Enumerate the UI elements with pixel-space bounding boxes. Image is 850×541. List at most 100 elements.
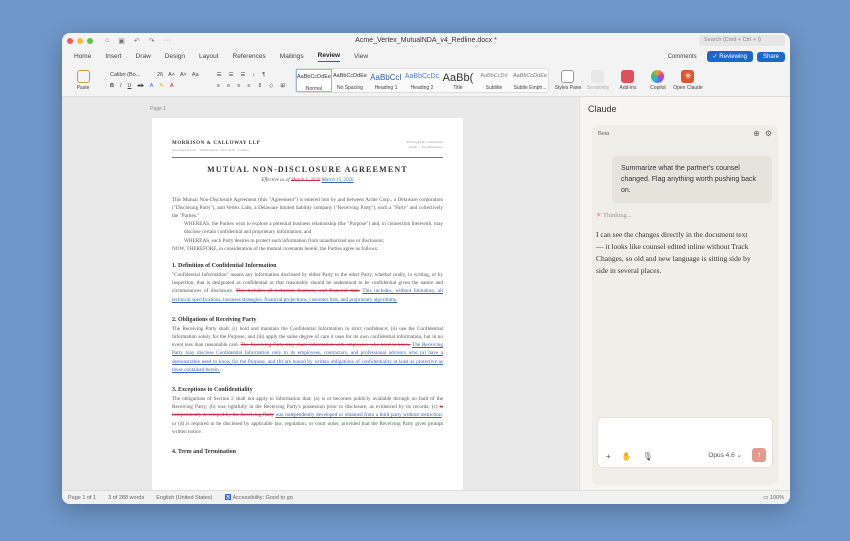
tab-layout[interactable]: Layout xyxy=(199,53,219,60)
sensitivity-button[interactable]: Sensitivity xyxy=(583,70,613,91)
chat-input[interactable]: + ✋ 🎙 Opus 4.6 ⌄ ↑ xyxy=(597,417,773,468)
justify-icon[interactable]: ≡ xyxy=(247,83,250,89)
minimize-button[interactable] xyxy=(77,37,83,44)
style-normal[interactable]: AaBbCcDdEe Normal xyxy=(295,69,332,92)
new-chat-icon[interactable]: ⊕ xyxy=(753,129,760,138)
numbering-icon[interactable]: ☰ xyxy=(229,72,234,78)
accessibility-icon: ♿ xyxy=(224,494,232,501)
more-icon[interactable]: ··· xyxy=(164,37,171,45)
font-select[interactable]: Calibri (Bo... xyxy=(110,72,152,78)
tab-draw[interactable]: Draw xyxy=(136,53,151,60)
multilevel-icon[interactable]: ☰ xyxy=(241,72,246,78)
plus-icon[interactable]: + xyxy=(606,452,611,461)
home-icon[interactable]: ⌂ xyxy=(105,37,109,45)
settings-icon[interactable]: ⚙ xyxy=(765,129,772,138)
clipboard-icon xyxy=(76,70,90,83)
italic-button[interactable]: I xyxy=(120,83,122,89)
claude-spark-icon: ✳ xyxy=(596,212,602,219)
hand-icon[interactable]: ✋ xyxy=(622,452,632,461)
tab-insert[interactable]: Insert xyxy=(105,53,121,60)
style-subtitle[interactable]: AaBbCcDd Subtitle xyxy=(476,69,512,92)
letterhead: MORRISON & CALLOWAY LLP Attorneys at Law … xyxy=(172,140,443,159)
share-button[interactable]: Share xyxy=(756,51,785,62)
align-center-icon[interactable]: ≡ xyxy=(227,83,230,89)
user-message: Summarize what the partner's counsel cha… xyxy=(612,156,772,203)
shading-icon[interactable]: ◇ xyxy=(269,83,273,89)
send-button[interactable]: ↑ xyxy=(752,448,766,462)
change-case-icon[interactable]: Aa xyxy=(192,72,199,78)
align-right-icon[interactable]: ≡ xyxy=(237,83,240,89)
document-title: Acme_Vertex_MutualNDA_v4_Redline.docx * xyxy=(355,37,497,44)
grow-font-icon[interactable]: A˄ xyxy=(168,72,175,78)
highlight-icon[interactable]: ✎ xyxy=(159,83,164,89)
firm-subtitle: Attorneys at Law · 500 Boylston · New Yo… xyxy=(172,148,249,153)
style-preview: AaBbCcDdEe xyxy=(333,73,367,79)
save-icon[interactable]: ▣ xyxy=(118,37,125,45)
maximize-button[interactable] xyxy=(87,37,93,44)
word-window: ⌂ ▣ ↶ ↷ ··· Acme_Vertex_MutualNDA_v4_Red… xyxy=(62,33,790,504)
tab-home[interactable]: Home xyxy=(74,53,91,60)
redo-icon[interactable]: ↷ xyxy=(149,37,155,45)
deleted-text: March 1, 2026 xyxy=(291,178,321,184)
tab-view[interactable]: View xyxy=(354,53,368,60)
zoom-level[interactable]: ▭ 100% xyxy=(763,495,784,501)
bold-button[interactable]: B xyxy=(110,83,114,89)
style-title[interactable]: AaBb(Title xyxy=(440,69,476,92)
line-spacing-icon[interactable]: ⇕ xyxy=(258,83,263,89)
sensitivity-icon xyxy=(591,70,605,83)
word-count[interactable]: 3 of 288 words xyxy=(108,495,144,501)
close-button[interactable] xyxy=(67,37,73,44)
chat-panel: Beta ⊕ ⚙ Summarize what the partner's cou… xyxy=(592,125,778,485)
style-subtle-emphasis[interactable]: AaBbCcDdEe Subtle Emph... xyxy=(512,69,548,92)
pilcrow-icon[interactable]: ¶ xyxy=(262,72,265,78)
borders-icon[interactable]: ⊞ xyxy=(280,83,285,89)
title-bar: ⌂ ▣ ↶ ↷ ··· Acme_Vertex_MutualNDA_v4_Red… xyxy=(62,33,790,48)
thinking-indicator: ✳ Thinking... xyxy=(596,211,632,219)
sort-icon[interactable]: ↓ xyxy=(252,72,255,78)
undo-icon[interactable]: ↶ xyxy=(134,37,140,45)
font-size-select[interactable]: 26 xyxy=(157,72,163,78)
section-heading: 2. Obligations of Receiving Party xyxy=(172,316,257,323)
comments-button[interactable]: Comments xyxy=(662,52,703,62)
strikethrough-button[interactable]: ab xyxy=(138,83,144,89)
model-name: Opus 4.6 xyxy=(708,452,735,459)
tab-design[interactable]: Design xyxy=(165,53,185,60)
style-heading-2[interactable]: AaBbCcDc Heading 2 xyxy=(404,69,440,92)
font-color-icon[interactable]: A xyxy=(170,83,174,89)
align-left-icon[interactable]: ≡ xyxy=(217,83,220,89)
copilot-button[interactable]: Copilot xyxy=(643,70,673,91)
accessibility-status[interactable]: ♿ Accessibility: Good to go xyxy=(224,495,292,501)
thinking-label: Thinking... xyxy=(602,212,632,219)
styles-pane-icon xyxy=(561,70,575,83)
underline-button[interactable]: U xyxy=(128,83,132,89)
bullets-icon[interactable]: ☰ xyxy=(217,72,222,78)
style-name: Subtitle xyxy=(485,85,503,91)
ribbon: Paste Calibri (Bo... 26 A˄ A˅ Aa B I Uab A ✎ A… xyxy=(62,65,790,97)
paste-button[interactable]: Paste xyxy=(68,70,98,91)
style-no-spacing[interactable]: AaBbCcDdEe No Spacing xyxy=(332,69,368,92)
document-page[interactable]: MORRISON & CALLOWAY LLP Attorneys at Law … xyxy=(152,118,463,490)
page-count[interactable]: Page 1 of 1 xyxy=(68,495,96,501)
search-input[interactable]: Search (Cmd + Ctrl + I) xyxy=(699,35,785,46)
model-select[interactable]: Opus 4.6 ⌄ xyxy=(708,451,742,459)
style-preview: AaBbCcDdEe xyxy=(513,73,547,79)
style-heading-1[interactable]: AaBbCcI Heading 1 xyxy=(368,69,404,92)
reviewing-button[interactable]: ✓ Reviewing xyxy=(706,51,753,62)
tab-mailings[interactable]: Mailings xyxy=(280,53,304,60)
text-effects-icon[interactable]: A xyxy=(150,83,154,89)
microphone-icon[interactable]: 🎙 xyxy=(643,452,653,461)
button-label: Add-ins xyxy=(619,85,637,91)
deleted-text: The Receiving Party may share informatio… xyxy=(240,342,411,349)
styles-pane-button[interactable]: Styles Pane xyxy=(553,70,583,91)
shrink-font-icon[interactable]: A˅ xyxy=(180,72,187,78)
open-claude-button[interactable]: ✳ Open Claude xyxy=(673,70,703,91)
language-status[interactable]: English (United States) xyxy=(156,495,212,501)
add-ins-icon xyxy=(621,70,635,83)
document-canvas[interactable]: Page 1 MORRISON & CALLOWAY LLP Attorneys … xyxy=(62,97,578,490)
style-preview: AaBb( xyxy=(442,72,474,84)
add-ins-button[interactable]: Add-ins xyxy=(613,70,643,91)
button-label: Styles Pane xyxy=(554,85,582,91)
tab-references[interactable]: References xyxy=(233,53,266,60)
tab-review[interactable]: Review xyxy=(317,52,341,62)
style-name: Title xyxy=(453,85,463,91)
